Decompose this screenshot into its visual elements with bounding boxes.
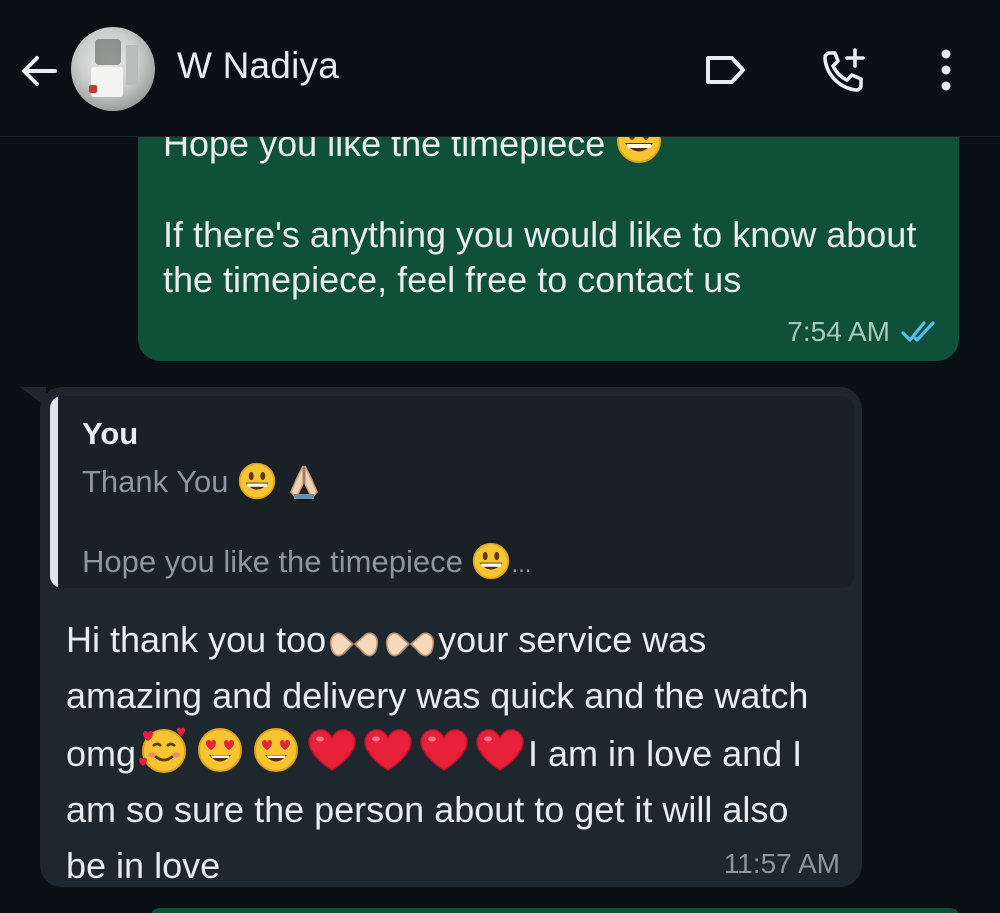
outgoing-message-meta: 7:54 AM: [787, 316, 938, 348]
heart-eyes-emoji: [254, 728, 299, 772]
label-icon: [706, 56, 745, 84]
outgoing-message-text: If there's anything you would like to kn…: [163, 214, 917, 300]
red-heart-emoji: [308, 729, 356, 771]
heart-hands-emoji: [386, 632, 435, 657]
more-options-button[interactable]: [918, 42, 974, 98]
incoming-message-time: 11:57 AM: [723, 848, 840, 879]
more-vert-icon: [941, 49, 951, 91]
quote-line-1: Thank You: [82, 462, 322, 500]
next-outgoing-bubble-edge: [150, 908, 960, 913]
heart-hands-emoji: [330, 632, 379, 657]
grinning-face-emoji: [473, 542, 510, 580]
folded-hands-emoji: [289, 465, 318, 500]
quote-accent-bar: [50, 396, 58, 588]
back-button[interactable]: [14, 46, 64, 96]
quote-author: You: [82, 416, 139, 451]
quote-line-2: Hope you like the timepiece ...: [82, 542, 532, 580]
grinning-face-emoji: [238, 462, 276, 500]
chat-screen: W Nadiya Hope you like the timepiece If …: [0, 0, 1000, 913]
smiling-face-hearts-emoji: [139, 727, 187, 773]
read-receipt-icon: [901, 321, 935, 342]
add-call-icon: [823, 48, 865, 92]
incoming-message-text: Hi thank you too your service was amazin…: [66, 619, 809, 886]
avatar[interactable]: [71, 27, 155, 111]
contact-name[interactable]: W Nadiya: [177, 45, 339, 87]
back-arrow-icon: [22, 56, 57, 86]
red-heart-emoji: [476, 729, 524, 771]
red-heart-emoji: [420, 729, 468, 771]
outgoing-message-time: 7:54 AM: [787, 316, 890, 347]
add-call-button[interactable]: [817, 42, 873, 98]
chat-header: W Nadiya: [0, 0, 1000, 137]
label-button[interactable]: [697, 42, 753, 98]
heart-eyes-emoji: [198, 728, 243, 772]
quoted-message[interactable]: You Thank You Hope you like the timepiec…: [50, 396, 854, 588]
red-heart-emoji: [364, 729, 412, 771]
